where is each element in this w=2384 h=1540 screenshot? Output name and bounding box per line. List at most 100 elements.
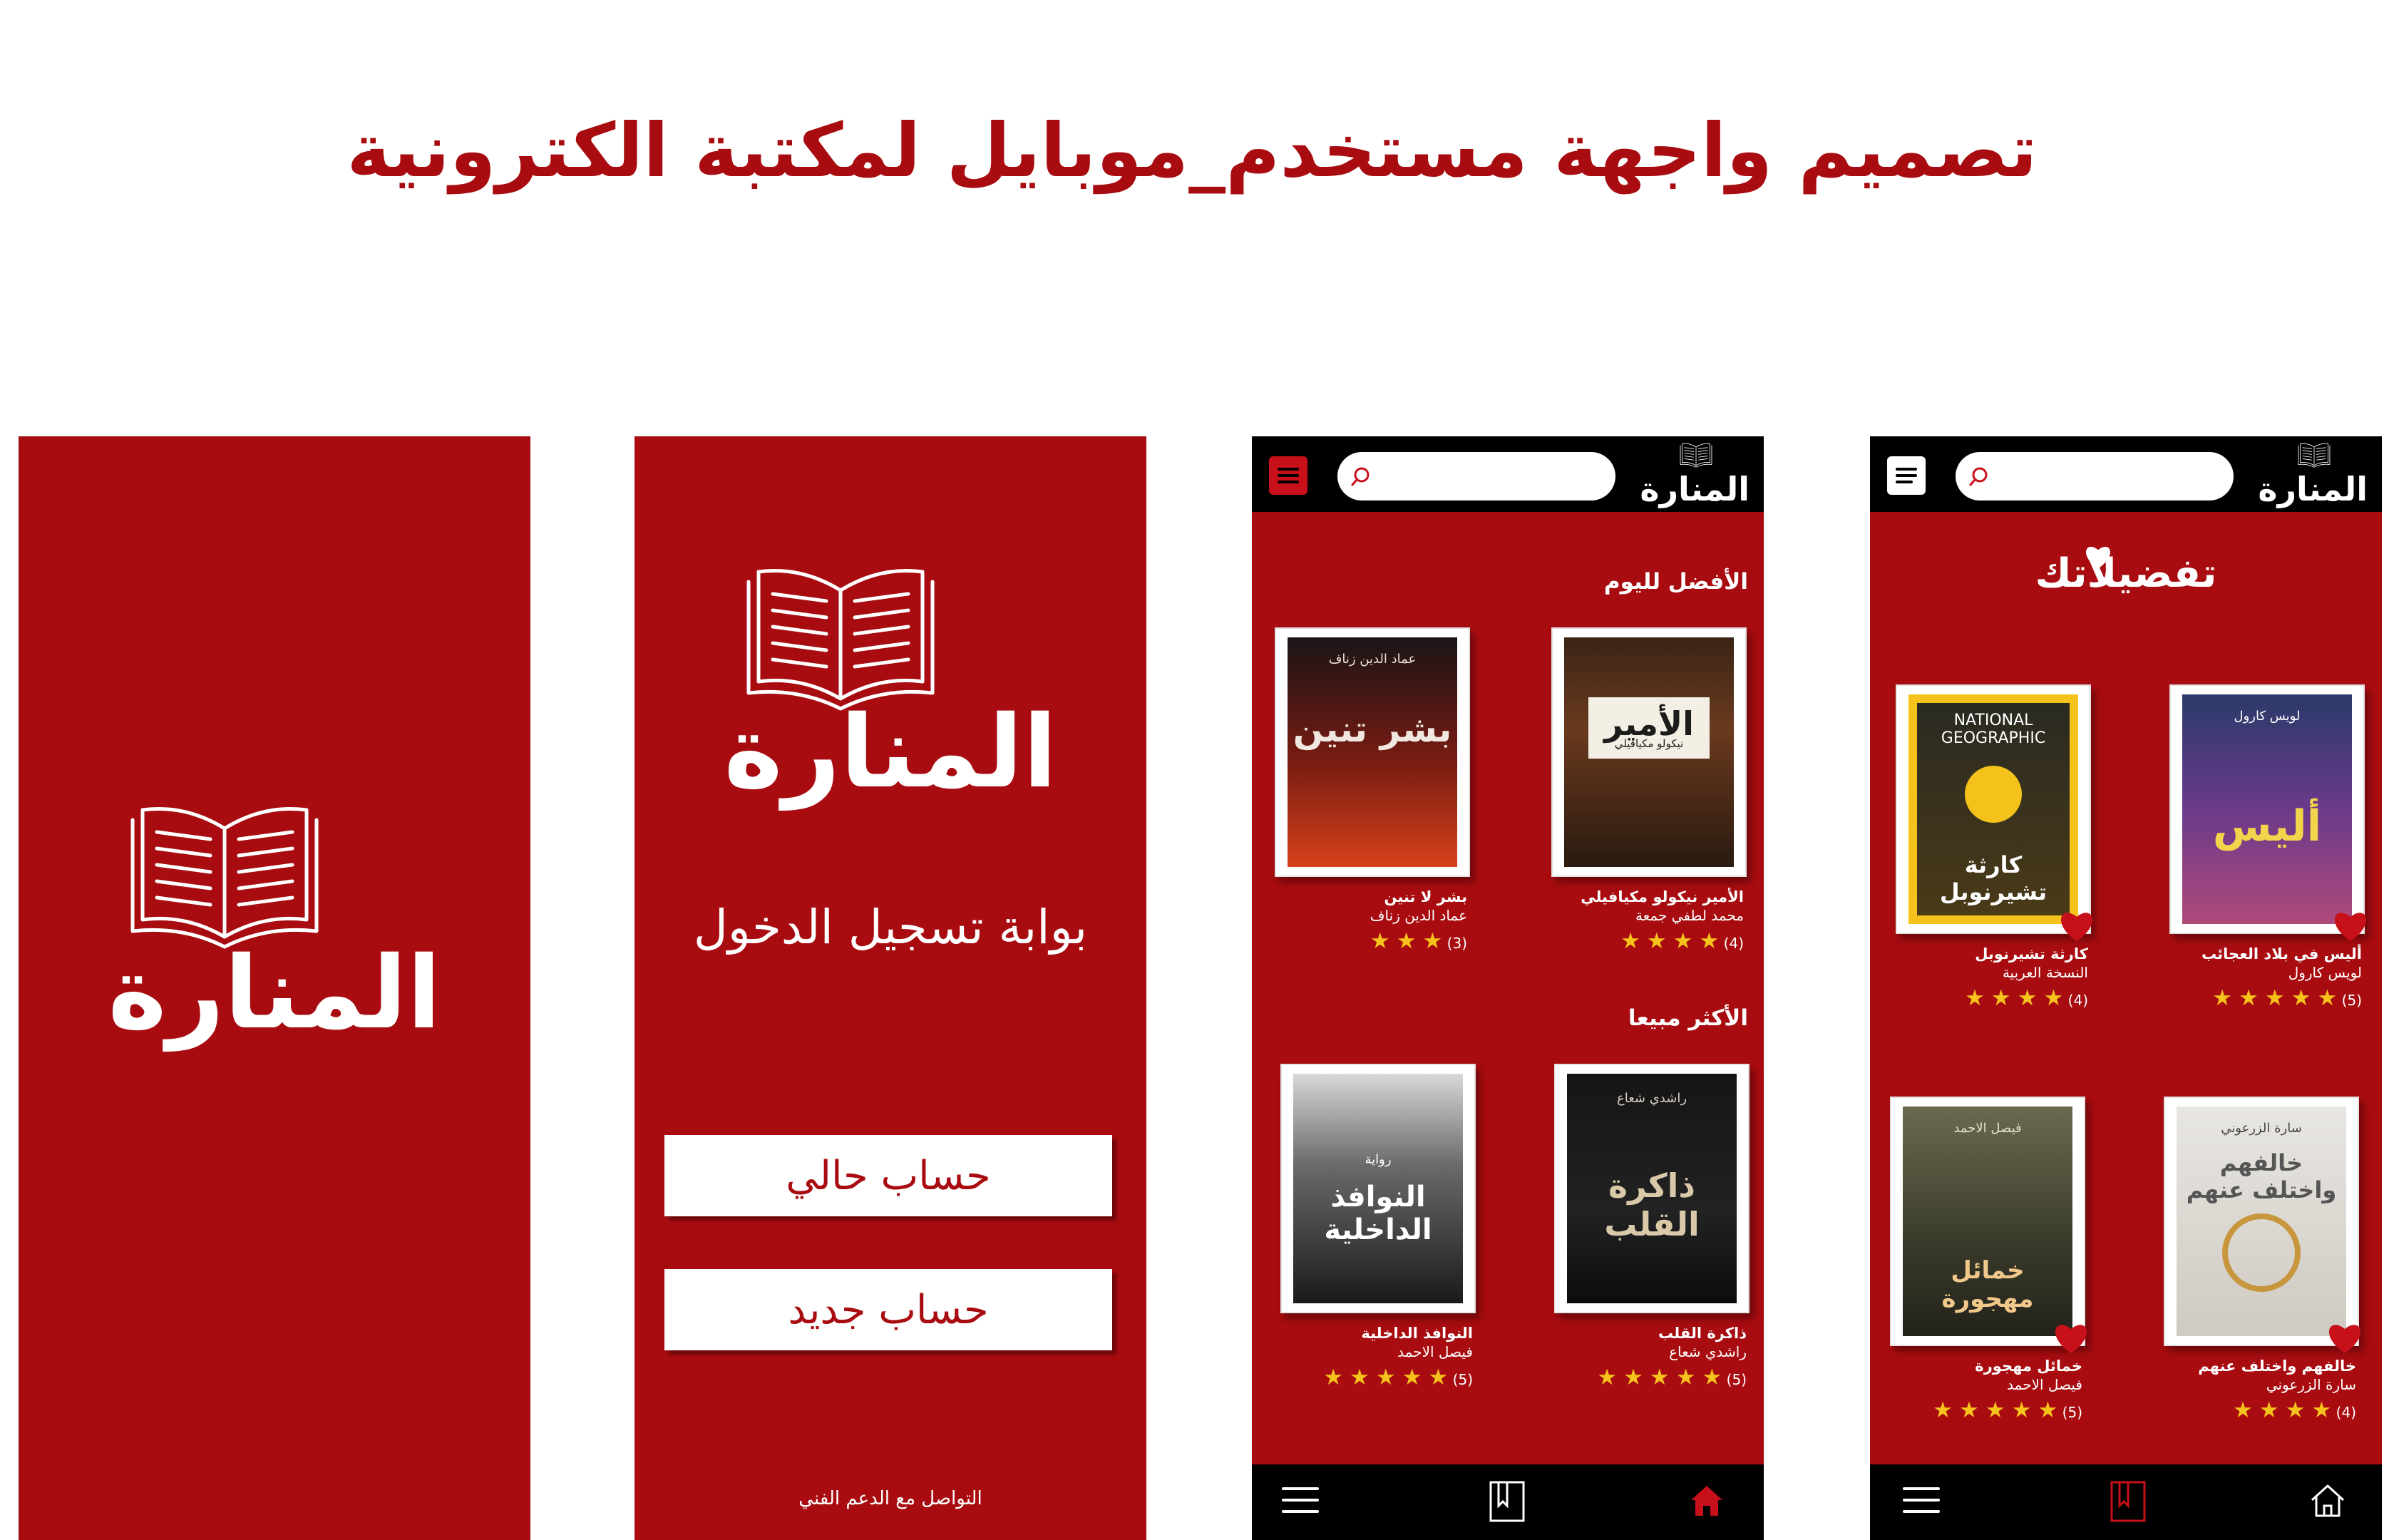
book-title: كارثة تشيرنوبل: [1975, 945, 2088, 962]
star-icon: ★: [2264, 985, 2285, 1011]
book-card[interactable]: لويس كارول أليس أليس في بلاد العجائب لوي…: [2169, 684, 2362, 1011]
brand-text: المنارة: [2258, 470, 2368, 508]
book-card[interactable]: الأمير نيكولو مكيافيلي الأمير نيكولو مكي…: [1551, 627, 1747, 954]
book-card[interactable]: رواية النوافذ الداخلية النوافذ الداخلية …: [1280, 1064, 1476, 1390]
support-link[interactable]: التواصل مع الدعم الفني: [634, 1488, 1146, 1509]
star-icon: ★: [1370, 928, 1390, 954]
star-icon: ★: [1673, 928, 1693, 954]
star-icon: ★: [2011, 1397, 2032, 1423]
star-icon: ★: [2017, 985, 2038, 1011]
star-icon: ★: [1323, 1365, 1344, 1390]
star-icon: ★: [1623, 1365, 1643, 1390]
search-icon: [1969, 467, 1988, 486]
page-title: تصميم واجهة مستخدم_موبايل لمكتبة الكترون…: [346, 107, 2038, 194]
open-book-icon: [128, 800, 321, 950]
menu-icon[interactable]: [1280, 1480, 1320, 1520]
book-cover[interactable]: الأمير نيكولو مكيافيلي: [1551, 627, 1747, 877]
home-screen: المنارة الأفضل لليوم الأكثر مبيعا الأمير…: [1252, 436, 1764, 1540]
book-author: محمد لطفي جمعة: [1635, 907, 1744, 924]
star-icon: ★: [1985, 1397, 2005, 1423]
book-cover[interactable]: راشدي شعاع ذاكرة القلب: [1554, 1064, 1750, 1313]
book-title: أليس في بلاد العجائب: [2201, 945, 2362, 962]
book-cover[interactable]: عماد الدين زناف بشر تنين: [1275, 627, 1470, 877]
favorites-screen: المنارة تفضيلاتك لويس كارول أليس أليس في…: [1870, 436, 2382, 1540]
book-card[interactable]: راشدي شعاع ذاكرة القلب ذاكرة القلب راشدي…: [1554, 1064, 1750, 1390]
app-logo-text: المنارة: [724, 694, 1057, 811]
book-rating: (5) ★★★★★: [1933, 1397, 2082, 1423]
star-icon: ★: [1646, 928, 1667, 954]
search-input[interactable]: [1337, 452, 1615, 500]
book-rating: (3) ★★★: [1370, 928, 1467, 954]
star-icon: ★: [1965, 985, 1985, 1011]
book-cover[interactable]: فيصل الاحمد خمائل مهجورة: [1890, 1097, 2085, 1346]
star-icon: ★: [1375, 1365, 1396, 1390]
existing-account-button[interactable]: حساب حالي: [664, 1135, 1112, 1216]
book-rating: (5) ★★★★★: [2212, 985, 2362, 1011]
brand-book-icon: [2298, 442, 2331, 468]
book-rating: (5) ★★★★★: [1323, 1365, 1473, 1390]
star-icon: ★: [2239, 985, 2259, 1011]
bookmark-icon[interactable]: [1487, 1480, 1527, 1523]
book-card[interactable]: عماد الدين زناف بشر تنين بشر لا تنين عما…: [1275, 627, 1470, 954]
star-icon: ★: [1959, 1397, 1979, 1423]
brand-text: المنارة: [1640, 470, 1750, 508]
star-icon: ★: [1620, 928, 1640, 954]
menu-button[interactable]: [1887, 456, 1926, 495]
book-cover[interactable]: رواية النوافذ الداخلية: [1280, 1064, 1476, 1313]
book-cover[interactable]: NATIONAL GEOGRAPHIC كارثة تشيرنوبل: [1896, 684, 2091, 934]
book-card[interactable]: سارة الزرعوني خالفهم واختلف عنهم خالفهم …: [2164, 1097, 2356, 1423]
book-author: سارة الزرعوني: [2266, 1376, 2356, 1393]
splash-screen: المنارة: [19, 436, 530, 1540]
star-icon: ★: [1428, 1365, 1449, 1390]
book-rating: (4) ★★★★: [1965, 985, 2088, 1011]
star-icon: ★: [1402, 1365, 1422, 1390]
star-icon: ★: [1675, 1365, 1696, 1390]
open-book-icon: [744, 562, 937, 712]
book-rating: (5) ★★★★★: [1597, 1365, 1747, 1390]
book-card[interactable]: فيصل الاحمد خمائل مهجورة خمائل مهجورة في…: [1890, 1097, 2082, 1423]
book-author: فيصل الاحمد: [1397, 1343, 1473, 1360]
star-icon: ★: [2291, 985, 2311, 1011]
menu-icon[interactable]: [1901, 1480, 1941, 1520]
home-icon[interactable]: [2308, 1480, 2348, 1520]
star-icon: ★: [2317, 985, 2338, 1011]
star-icon: ★: [1649, 1365, 1670, 1390]
star-icon: ★: [2043, 985, 2064, 1011]
star-icon: ★: [2285, 1397, 2306, 1423]
bottom-nav: [1252, 1464, 1764, 1540]
star-icon: ★: [2311, 1397, 2332, 1423]
book-title: بشر لا تنين: [1384, 888, 1467, 905]
book-title: ذاكرة القلب: [1658, 1325, 1747, 1342]
book-title: خمائل مهجورة: [1975, 1357, 2082, 1375]
book-author: فيصل الاحمد: [2007, 1376, 2082, 1393]
menu-button[interactable]: [1269, 456, 1307, 495]
top-bar: المنارة: [1252, 436, 1764, 512]
search-input[interactable]: [1956, 452, 2234, 500]
heart-icon[interactable]: [2052, 1320, 2090, 1355]
menu-icon: [1896, 468, 1917, 483]
star-icon: ★: [2233, 1397, 2253, 1423]
book-author: النسخة العربية: [2002, 964, 2088, 981]
favorites-title: تفضيلاتك: [2035, 550, 2217, 597]
login-screen: المنارة بوابة تسجيل الدخول حساب حالي حسا…: [634, 436, 1146, 1540]
book-title: النوافذ الداخلية: [1361, 1325, 1473, 1342]
star-icon: ★: [2038, 1397, 2058, 1423]
brand-book-icon: [1680, 442, 1712, 468]
heart-icon[interactable]: [2326, 1320, 2363, 1355]
heart-icon[interactable]: [2332, 908, 2369, 943]
book-card[interactable]: NATIONAL GEOGRAPHIC كارثة تشيرنوبل كارثة…: [1896, 684, 2088, 1011]
app-logo-text: المنارة: [108, 935, 441, 1052]
book-author: عماد الدين زناف: [1370, 907, 1467, 924]
book-title: الأمير نيكولو مكيافيلي: [1581, 888, 1744, 905]
bookmark-icon[interactable]: [2108, 1480, 2148, 1523]
home-icon[interactable]: [1687, 1480, 1727, 1520]
login-heading: بوابة تسجيل الدخول: [693, 900, 1088, 955]
section-title-best-today: الأفضل لليوم: [1603, 569, 1748, 595]
new-account-button[interactable]: حساب جديد: [664, 1269, 1112, 1350]
book-title: خالفهم واختلف عنهم: [2198, 1357, 2356, 1375]
book-cover[interactable]: سارة الزرعوني خالفهم واختلف عنهم: [2164, 1097, 2359, 1346]
top-bar: المنارة: [1870, 436, 2382, 512]
book-cover[interactable]: لويس كارول أليس: [2169, 684, 2365, 934]
heart-icon[interactable]: [2058, 908, 2095, 943]
star-icon: ★: [1597, 1365, 1618, 1390]
